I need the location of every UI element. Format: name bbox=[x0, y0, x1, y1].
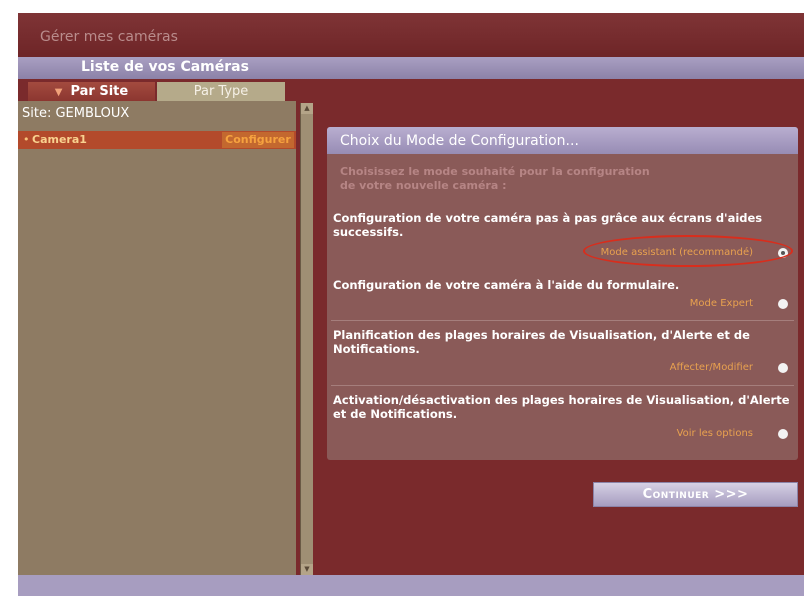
radio-activation[interactable] bbox=[778, 429, 788, 439]
mode-intro-text: Choisissez le mode souhaité pour la conf… bbox=[340, 165, 650, 192]
camera-list-scrollbar[interactable]: ▲ ▼ bbox=[300, 103, 313, 575]
mode-option-description: Activation/désactivation des plages hora… bbox=[333, 393, 790, 421]
radio-mode-expert[interactable] bbox=[778, 299, 788, 309]
tab-par-site[interactable]: ▼ Par Site bbox=[28, 82, 155, 101]
divider bbox=[331, 385, 794, 386]
continue-button[interactable]: Continuer >>> bbox=[593, 482, 798, 507]
app-window: Gérer mes caméras Liste de vos Caméras ▼… bbox=[18, 13, 804, 596]
mode-option-description: Configuration de votre caméra pas à pas … bbox=[333, 211, 763, 239]
mode-option-label[interactable]: Affecter/Modifier bbox=[670, 362, 753, 373]
site-label: Site: GEMBLOUX bbox=[22, 106, 130, 121]
footer-bar bbox=[18, 575, 804, 596]
triangle-down-icon: ▼ bbox=[54, 87, 63, 98]
camera-name: Camera1 bbox=[32, 133, 87, 146]
scroll-up-icon[interactable]: ▲ bbox=[301, 103, 313, 114]
tab-par-type-label: Par Type bbox=[193, 84, 249, 99]
mode-panel-title: Choix du Mode de Configuration... bbox=[340, 133, 579, 149]
window-title: Gérer mes caméras bbox=[40, 29, 178, 45]
mode-option-label[interactable]: Voir les options bbox=[677, 428, 753, 439]
mode-option-label[interactable]: Mode Expert bbox=[690, 298, 753, 309]
divider bbox=[331, 320, 794, 321]
configure-button[interactable]: Configurer bbox=[222, 132, 294, 148]
scroll-down-icon[interactable]: ▼ bbox=[301, 564, 313, 575]
camera-list-panel: Site: GEMBLOUX • Camera1 Configurer bbox=[18, 101, 296, 575]
camera-row[interactable]: • Camera1 Configurer bbox=[18, 131, 296, 149]
title-bar: Gérer mes caméras bbox=[18, 13, 804, 57]
configuration-mode-panel: Choix du Mode de Configuration... Choisi… bbox=[327, 127, 798, 460]
camera-list-title: Liste de vos Caméras bbox=[81, 59, 249, 75]
mode-option-planning: Planification des plages horaires de Vis… bbox=[327, 328, 798, 380]
radio-planning[interactable] bbox=[778, 363, 788, 373]
mode-option-description: Configuration de votre caméra à l'aide d… bbox=[333, 278, 680, 292]
highlight-ellipse bbox=[583, 235, 793, 267]
tab-par-type[interactable]: Par Type bbox=[157, 82, 285, 101]
tab-par-site-label: Par Site bbox=[70, 84, 129, 99]
mode-option-activation: Activation/désactivation des plages hora… bbox=[327, 393, 798, 449]
mode-option-description: Planification des plages horaires de Vis… bbox=[333, 328, 750, 356]
camera-list-header: Liste de vos Caméras bbox=[18, 57, 804, 79]
bullet-icon: • bbox=[23, 133, 30, 146]
view-tabs: ▼ Par Site Par Type bbox=[18, 82, 288, 101]
mode-option-expert: Configuration de votre caméra à l'aide d… bbox=[327, 278, 798, 314]
mode-panel-header: Choix du Mode de Configuration... bbox=[327, 127, 798, 154]
